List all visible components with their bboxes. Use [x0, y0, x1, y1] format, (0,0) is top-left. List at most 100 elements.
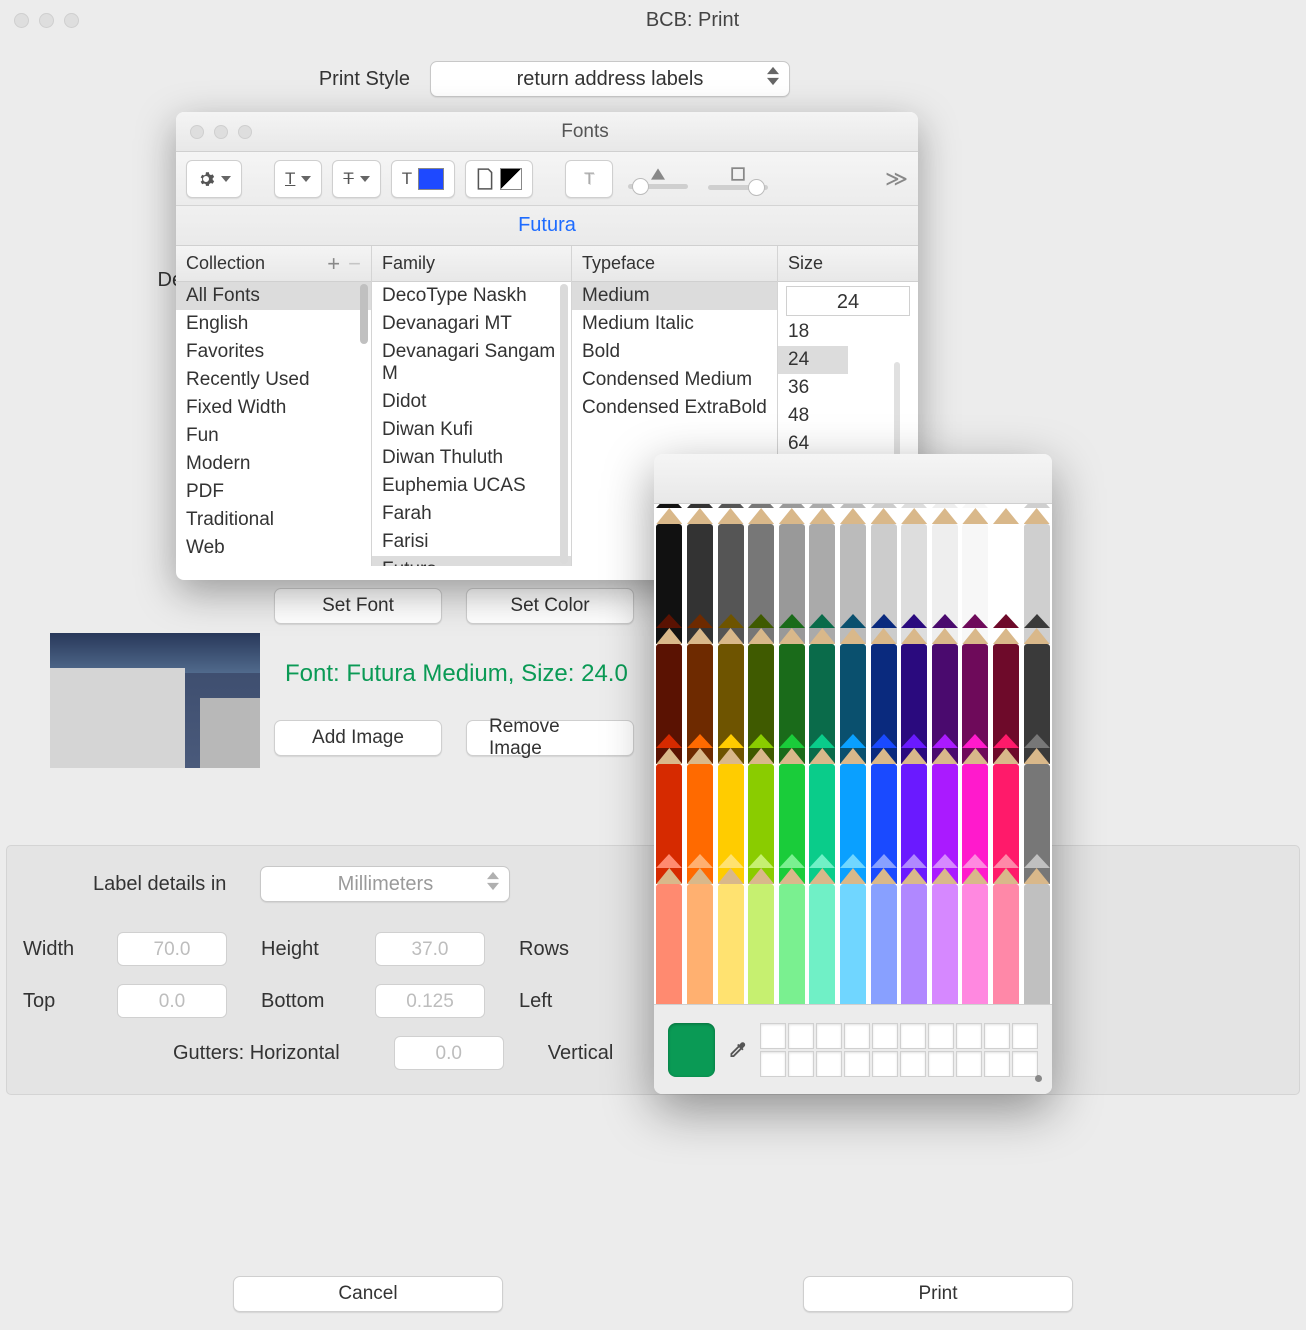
- current-color-swatch[interactable]: [668, 1023, 715, 1077]
- gear-menu-button[interactable]: [186, 160, 242, 198]
- pencil-color[interactable]: [808, 854, 836, 1004]
- swatch-cell[interactable]: [760, 1051, 786, 1077]
- pencil-color[interactable]: [655, 854, 683, 1004]
- expand-dot-icon[interactable]: [1035, 1075, 1042, 1082]
- list-item[interactable]: Favorites: [176, 338, 371, 366]
- swatch-cell[interactable]: [956, 1051, 982, 1077]
- scrollbar[interactable]: [560, 284, 568, 564]
- list-item[interactable]: Fun: [176, 422, 371, 450]
- list-item[interactable]: Fixed Width: [176, 394, 371, 422]
- swatch-cell[interactable]: [984, 1051, 1010, 1077]
- list-item[interactable]: 18: [778, 318, 848, 346]
- list-item[interactable]: English: [176, 310, 371, 338]
- top-input[interactable]: 0.0: [117, 984, 227, 1018]
- color-picker-tabs[interactable]: [654, 454, 1052, 504]
- list-item[interactable]: All Fonts: [176, 282, 371, 310]
- text-color-button[interactable]: T: [391, 160, 455, 198]
- swatch-cell[interactable]: [816, 1051, 842, 1077]
- minimize-icon[interactable]: [214, 125, 228, 139]
- list-item[interactable]: Recently Used: [176, 366, 371, 394]
- pencil-color[interactable]: [931, 854, 959, 1004]
- minus-icon[interactable]: −: [348, 253, 361, 275]
- pencil-color[interactable]: [839, 854, 867, 1004]
- list-item[interactable]: 48: [778, 402, 848, 430]
- swatch-cell[interactable]: [928, 1051, 954, 1077]
- cancel-button[interactable]: Cancel: [233, 1276, 503, 1312]
- zoom-icon[interactable]: [64, 13, 79, 28]
- pencil-color[interactable]: [870, 854, 898, 1004]
- set-color-button[interactable]: Set Color: [466, 588, 634, 624]
- list-item[interactable]: Farah: [372, 500, 571, 528]
- print-style-dropdown[interactable]: return address labels: [430, 61, 790, 97]
- list-item[interactable]: 36: [778, 374, 848, 402]
- bottom-input[interactable]: 0.125: [375, 984, 485, 1018]
- swatch-cell[interactable]: [956, 1023, 982, 1049]
- strikethrough-button[interactable]: T: [332, 160, 380, 198]
- swatch-cell[interactable]: [900, 1023, 926, 1049]
- plus-icon[interactable]: +: [327, 253, 340, 275]
- pencil-color[interactable]: [717, 854, 745, 1004]
- list-item[interactable]: Euphemia UCAS: [372, 472, 571, 500]
- size-input[interactable]: 24: [786, 286, 910, 316]
- swatch-cell[interactable]: [900, 1051, 926, 1077]
- close-icon[interactable]: [190, 125, 204, 139]
- add-image-button[interactable]: Add Image: [274, 720, 442, 756]
- list-item[interactable]: Condensed Medium: [572, 366, 777, 394]
- swatch-cell[interactable]: [872, 1023, 898, 1049]
- list-item[interactable]: PDF: [176, 478, 371, 506]
- list-item[interactable]: Diwan Kufi: [372, 416, 571, 444]
- swatch-cell[interactable]: [1012, 1023, 1038, 1049]
- close-icon[interactable]: [14, 13, 29, 28]
- list-item[interactable]: Web: [176, 534, 371, 562]
- gutters-h-input[interactable]: 0.0: [394, 1036, 504, 1070]
- swatch-grid[interactable]: [760, 1023, 1038, 1077]
- swatch-cell[interactable]: [872, 1051, 898, 1077]
- shadow-button[interactable]: T: [565, 160, 613, 198]
- pencil-color[interactable]: [686, 854, 714, 1004]
- swatch-cell[interactable]: [788, 1051, 814, 1077]
- swatch-cell[interactable]: [816, 1023, 842, 1049]
- pencil-color[interactable]: [1023, 854, 1051, 1004]
- shadow-opacity-slider[interactable]: [623, 168, 693, 189]
- pencil-color[interactable]: [747, 854, 775, 1004]
- remove-image-button[interactable]: Remove Image: [466, 720, 634, 756]
- list-item[interactable]: Medium Italic: [572, 310, 777, 338]
- list-item[interactable]: Modern: [176, 450, 371, 478]
- traffic-lights[interactable]: [176, 125, 252, 139]
- list-item[interactable]: Medium: [572, 282, 777, 310]
- swatch-cell[interactable]: [928, 1023, 954, 1049]
- units-dropdown[interactable]: Millimeters: [260, 866, 510, 902]
- minimize-icon[interactable]: [39, 13, 54, 28]
- pencil-color-area[interactable]: [654, 504, 1052, 1004]
- pencil-color[interactable]: [992, 854, 1020, 1004]
- swatch-cell[interactable]: [1012, 1051, 1038, 1077]
- set-font-button[interactable]: Set Font: [274, 588, 442, 624]
- eyedropper-icon[interactable]: [727, 1038, 748, 1062]
- print-button[interactable]: Print: [803, 1276, 1073, 1312]
- traffic-lights[interactable]: [0, 13, 79, 28]
- swatch-cell[interactable]: [844, 1023, 870, 1049]
- list-item[interactable]: Devanagari MT: [372, 310, 571, 338]
- scrollbar[interactable]: [360, 284, 368, 344]
- height-input[interactable]: 37.0: [375, 932, 485, 966]
- swatch-cell[interactable]: [760, 1023, 786, 1049]
- list-item[interactable]: DecoType Naskh: [372, 282, 571, 310]
- doc-color-button[interactable]: [465, 160, 533, 198]
- pencil-color[interactable]: [961, 854, 989, 1004]
- swatch-cell[interactable]: [788, 1023, 814, 1049]
- more-icon[interactable]: ≫: [885, 166, 908, 192]
- list-item[interactable]: Devanagari Sangam M: [372, 338, 571, 388]
- list-item[interactable]: Diwan Thuluth: [372, 444, 571, 472]
- list-item[interactable]: Futura: [372, 556, 571, 566]
- underline-button[interactable]: T: [274, 160, 322, 198]
- pencil-color[interactable]: [900, 854, 928, 1004]
- list-item[interactable]: Bold: [572, 338, 777, 366]
- pencil-color[interactable]: [778, 854, 806, 1004]
- list-item[interactable]: Traditional: [176, 506, 371, 534]
- zoom-icon[interactable]: [238, 125, 252, 139]
- list-item[interactable]: 24: [778, 346, 848, 374]
- swatch-cell[interactable]: [984, 1023, 1010, 1049]
- list-item[interactable]: Condensed ExtraBold: [572, 394, 777, 422]
- shadow-blur-slider[interactable]: [703, 167, 773, 190]
- swatch-cell[interactable]: [844, 1051, 870, 1077]
